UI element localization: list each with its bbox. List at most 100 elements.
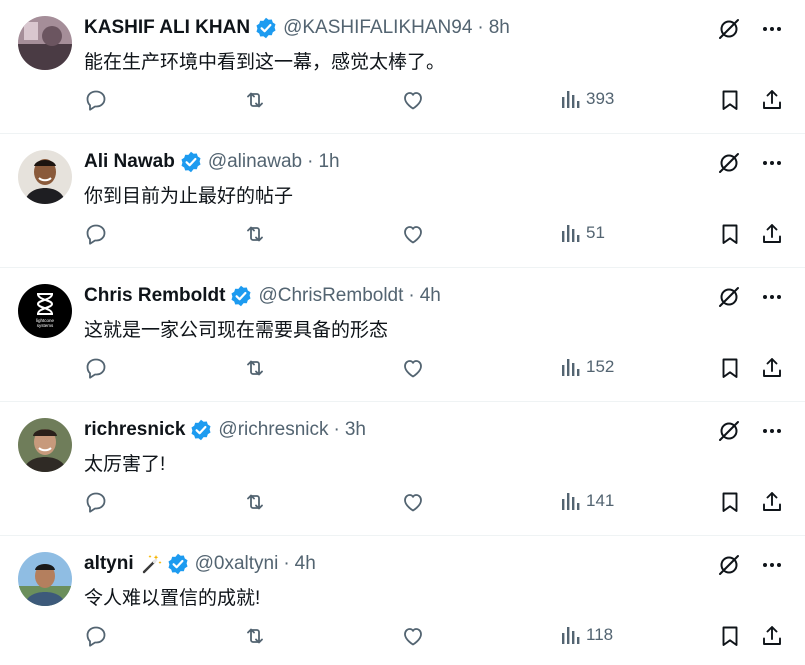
views-button[interactable]: 141 [560,490,614,512]
avatar-caption: systems [37,323,54,328]
avatar[interactable] [18,552,72,606]
tweet[interactable]: KASHIF ALI KHAN @KASHIFALIKHAN94 · 8h 能在… [0,0,805,134]
like-icon[interactable] [401,356,425,380]
grok-icon[interactable] [717,17,741,41]
action-bar: 141 [84,490,783,516]
avatar[interactable] [18,418,72,472]
action-bar: 51 [84,222,783,248]
bookmark-icon[interactable] [718,222,742,246]
retweet-icon[interactable] [243,356,267,380]
tweet[interactable]: Ali Nawab @alinawab · 1h 你到目前为止最好的帖子 51 [0,134,805,268]
tweet-header: richresnick @richresnick · 3h [84,418,366,442]
handle[interactable]: @KASHIFALIKHAN94 [283,17,472,39]
action-bar: 152 [84,356,783,382]
action-bar: 118 [84,624,783,650]
bookmark-icon[interactable] [718,356,742,380]
handle[interactable]: @richresnick [218,419,328,441]
tweet[interactable]: lightcone systems Chris Remboldt @ChrisR… [0,268,805,402]
grok-icon[interactable] [717,151,741,175]
like-icon[interactable] [401,490,425,514]
verified-badge-icon [190,419,212,441]
views-icon [560,222,580,244]
like-icon[interactable] [401,222,425,246]
views-icon [560,356,580,378]
like-icon[interactable] [401,88,425,112]
views-icon [560,88,580,110]
more-icon[interactable] [761,152,783,174]
tweet-text: 令人难以置信的成就! [84,588,261,609]
verified-badge-icon [230,285,252,307]
views-icon [560,490,580,512]
more-icon[interactable] [761,420,783,442]
reply-icon[interactable] [84,624,108,648]
retweet-icon[interactable] [243,624,267,648]
views-button[interactable]: 393 [560,88,614,110]
timestamp[interactable]: 8h [489,17,510,39]
like-icon[interactable] [401,624,425,648]
display-name[interactable]: Ali Nawab [84,151,175,173]
retweet-icon[interactable] [243,222,267,246]
tweet[interactable]: altyni @0xaltyni · 4h 令人难以置信的成就! 118 [0,536,805,665]
timestamp[interactable]: 3h [345,419,366,441]
handle[interactable]: @alinawab [208,151,302,173]
verified-badge-icon [167,553,189,575]
separator-dot: · [307,151,314,172]
reply-feed: KASHIF ALI KHAN @KASHIFALIKHAN94 · 8h 能在… [0,0,805,665]
views-button[interactable]: 152 [560,356,614,378]
reply-icon[interactable] [84,222,108,246]
grok-icon[interactable] [717,419,741,443]
separator-dot: · [408,285,415,306]
tweet-header: Ali Nawab @alinawab · 1h [84,150,340,174]
avatar[interactable] [18,16,72,70]
tweet-text: 能在生产环境中看到这一幕，感觉太棒了。 [84,52,446,73]
avatar[interactable] [18,150,72,204]
bookmark-icon[interactable] [718,88,742,112]
tweet-header: Chris Remboldt @ChrisRemboldt · 4h [84,284,441,308]
handle[interactable]: @0xaltyni [195,553,279,575]
action-bar: 393 [84,88,783,114]
bookmark-icon[interactable] [718,490,742,514]
retweet-icon[interactable] [243,88,267,112]
views-count: 393 [586,89,615,108]
grok-icon[interactable] [717,553,741,577]
reply-icon[interactable] [84,490,108,514]
views-button[interactable]: 118 [560,624,613,646]
tweet-text: 太厉害了! [84,454,166,475]
tweet-text: 你到目前为止最好的帖子 [84,186,294,207]
share-icon[interactable] [760,490,784,514]
share-icon[interactable] [760,356,784,380]
more-icon[interactable] [761,286,783,308]
more-icon[interactable] [761,18,783,40]
views-count: 51 [586,223,605,242]
views-count: 141 [586,491,615,510]
views-icon [560,624,580,646]
display-name[interactable]: KASHIF ALI KHAN [84,17,250,39]
views-count: 152 [586,357,615,376]
magic-wand-icon [140,553,162,575]
separator-dot: · [333,419,340,440]
verified-badge-icon [255,17,277,39]
handle[interactable]: @ChrisRemboldt [258,285,403,307]
views-button[interactable]: 51 [560,222,605,244]
timestamp[interactable]: 4h [295,553,316,575]
grok-icon[interactable] [717,285,741,309]
views-count: 118 [586,625,614,644]
timestamp[interactable]: 1h [318,151,339,173]
display-name[interactable]: altyni [84,553,134,575]
share-icon[interactable] [760,222,784,246]
display-name[interactable]: richresnick [84,419,185,441]
tweet[interactable]: richresnick @richresnick · 3h 太厉害了! 141 [0,402,805,536]
avatar[interactable]: lightcone systems [18,284,72,338]
display-name[interactable]: Chris Remboldt [84,285,225,307]
timestamp[interactable]: 4h [420,285,441,307]
tweet-text: 这就是一家公司现在需要具备的形态 [84,320,389,341]
tweet-header: altyni @0xaltyni · 4h [84,552,316,576]
reply-icon[interactable] [84,88,108,112]
retweet-icon[interactable] [243,490,267,514]
bookmark-icon[interactable] [718,624,742,648]
share-icon[interactable] [760,88,784,112]
share-icon[interactable] [760,624,784,648]
tweet-header: KASHIF ALI KHAN @KASHIFALIKHAN94 · 8h [84,16,510,40]
reply-icon[interactable] [84,356,108,380]
more-icon[interactable] [761,554,783,576]
